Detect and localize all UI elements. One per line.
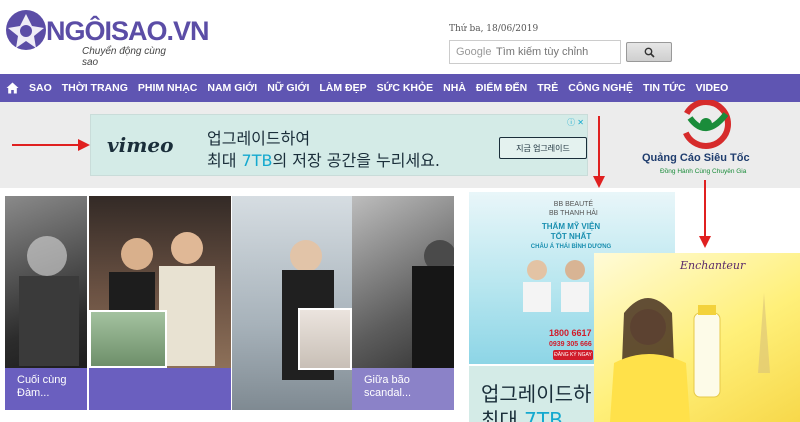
nav-item-nha[interactable]: NHÀ	[438, 74, 471, 102]
nav-item-cong-nghe[interactable]: CÔNG NGHỆ	[563, 74, 638, 102]
logo-text: NGÔISAO.VN	[46, 16, 210, 46]
current-date: Thứ ba, 18/06/2019	[449, 24, 539, 34]
side-ad-line2-prefix: 최대	[481, 408, 525, 422]
story-caption[interactable]: Giữa bão scandal...	[352, 368, 454, 410]
ad-line2-suffix: 의 저장 공간을 누리세요.	[272, 151, 441, 170]
search-button[interactable]	[626, 42, 672, 62]
nav-item-nu-gioi[interactable]: NỮ GIỚI	[262, 74, 314, 102]
story-photo	[282, 240, 334, 380]
story-card[interactable]	[232, 196, 352, 410]
side-ad-line1: 업그레이드하	[481, 382, 592, 406]
search-box[interactable]: Google	[449, 40, 621, 64]
vimeo-banner-ad[interactable]: vimeo 업그레이드하여 최대 7TB의 저장 공간을 누리세요. 지금 업그…	[90, 114, 588, 176]
logo-swirl-icon	[6, 10, 46, 50]
nav-item-nam-gioi[interactable]: NAM GIỚI	[202, 74, 262, 102]
home-icon	[6, 82, 18, 94]
spa-register-button[interactable]: ĐĂNG KÝ NGAY	[553, 350, 593, 360]
red-arrow-icon	[699, 180, 711, 248]
site-header: NGÔISAO.VN Chuyển động cùng sao Thứ ba, …	[0, 0, 800, 72]
spa-phone: 1800 6617 0939 305 666	[549, 328, 592, 350]
side-ad-line2-accent: 7TB	[524, 408, 563, 422]
nav-item-thoi-trang[interactable]: THỜI TRANG	[57, 74, 133, 102]
story-card[interactable]	[89, 196, 231, 410]
enchanteur-ad[interactable]: Enchanteur	[594, 253, 800, 422]
nav-item-phim-nhac[interactable]: PHIM NHẠC	[133, 74, 203, 102]
nav-item-tin-tuc[interactable]: TIN TỨC	[638, 74, 691, 102]
spa-phone2: 0939 305 666	[549, 341, 592, 348]
nav-item-suc-khoe[interactable]: SỨC KHỎE	[372, 74, 439, 102]
story-caption[interactable]: Cuối cùng Đàm...	[5, 368, 87, 410]
vimeo-logo: vimeo	[107, 133, 174, 157]
story-caption-line2: Đàm...	[17, 387, 50, 399]
ad-upgrade-button[interactable]: 지금 업그레이드	[499, 137, 587, 159]
ad-line2-accent: 7TB	[241, 151, 273, 170]
story-card[interactable]: Giữa bão scandal...	[352, 196, 454, 410]
story-caption-line2: scandal...	[364, 387, 412, 399]
ad-headline-line2: 최대 7TB의 저장 공간을 누리세요.	[207, 147, 440, 171]
story-caption-line1: Cuối cùng	[17, 374, 67, 386]
nav-item-diem-den[interactable]: ĐIỂM ĐẾN	[471, 74, 532, 102]
nav-item-tre[interactable]: TRẺ	[532, 74, 563, 102]
main-nav: SAO THỜI TRANG PHIM NHẠC NAM GIỚI NỮ GIỚ…	[0, 74, 800, 102]
nav-item-lam-dep[interactable]: LÀM ĐẸP	[314, 74, 371, 102]
story-card[interactable]: Cuối cùng Đàm...	[5, 196, 87, 410]
home-button[interactable]	[0, 74, 24, 102]
ad-choices-icon[interactable]: ⓘ ✕	[567, 117, 584, 128]
red-arrow-icon	[12, 139, 90, 151]
logo-slogan: Chuyển động cùng sao	[82, 46, 166, 68]
side-ad-line2: 최대 7TB	[481, 404, 563, 422]
brand-name: Quảng Cáo Siêu Tốc	[642, 152, 750, 164]
nav-item-sao[interactable]: SAO	[24, 74, 57, 102]
enchanteur-model-photo	[610, 293, 770, 422]
spa-phone1: 1800 6617	[549, 328, 592, 338]
red-arrow-icon	[593, 116, 605, 188]
search-icon	[644, 47, 655, 58]
site-logo[interactable]: NGÔISAO.VN Chuyển động cùng sao	[4, 8, 210, 68]
story-inset-photo	[89, 310, 167, 368]
story-caption-line1: Giữa bão	[364, 374, 410, 386]
nav-item-video[interactable]: VIDEO	[691, 74, 734, 102]
google-label: Google	[456, 46, 492, 58]
ad-headline-line1: 업그레이드하여	[207, 129, 311, 148]
story-caption-bar	[89, 368, 231, 410]
story-inset-photo	[298, 308, 352, 370]
brand-tagline: Đồng Hành Cùng Chuyên Gia	[660, 168, 747, 175]
ad-line2-prefix: 최대	[207, 151, 242, 170]
vimeo-side-ad[interactable]: 업그레이드하 최대 7TB	[469, 366, 599, 422]
